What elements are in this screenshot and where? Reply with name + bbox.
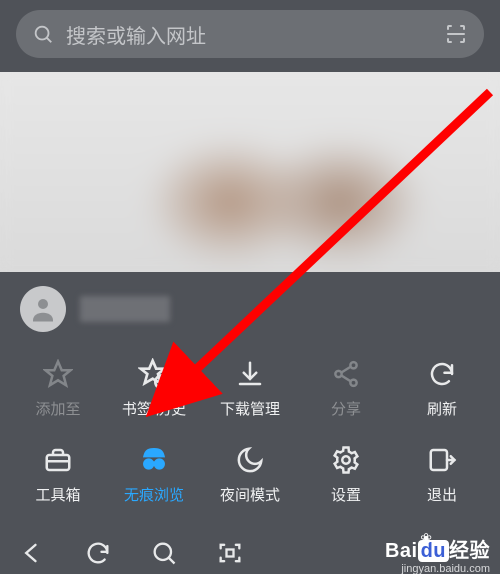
download-icon [232,356,268,392]
menu-exit[interactable]: 退出 [394,430,490,516]
incognito-icon [136,442,172,478]
menu-label: 工具箱 [35,484,80,505]
menu-label: 分享 [331,398,361,419]
menu-label: 下载管理 [220,398,280,419]
watermark-url: jingyan.baidu.com [385,564,490,574]
menu-refresh[interactable]: 刷新 [394,344,490,430]
watermark: ❀ Baidu经验 jingyan.baidu.com [385,541,490,574]
star-icon [40,356,76,392]
menu-label: 书签/历史 [122,398,186,419]
menu-label: 夜间模式 [220,484,280,505]
menu-add-to: 添加至 [10,344,106,430]
menu-label: 无痕浏览 [124,484,184,505]
menu-night-mode[interactable]: 夜间模式 [202,430,298,516]
scan-button[interactable] [216,539,244,567]
watermark-brand-left: Bai [385,540,418,562]
menu-downloads[interactable]: 下载管理 [202,344,298,430]
menu-label: 添加至 [35,398,80,419]
menu-grid: 添加至 书签/历史 下载管理 分享 刷新 工具箱 [0,338,500,516]
username-redacted [80,296,170,322]
menu-label: 退出 [427,484,457,505]
moon-icon [232,442,268,478]
menu-toolbox[interactable]: 工具箱 [10,430,106,516]
paw-icon: ❀ [420,531,432,546]
toolbox-icon [40,442,76,478]
avatar [20,286,66,332]
scan-icon[interactable] [444,22,468,46]
menu-label: 刷新 [427,398,457,419]
gear-icon [328,442,364,478]
refresh-icon [424,356,460,392]
search-icon [32,23,54,45]
back-button[interactable] [18,539,46,567]
menu-bookmarks-history[interactable]: 书签/历史 [106,344,202,430]
search-placeholder: 搜索或输入网址 [66,20,432,49]
profile-row[interactable] [0,272,500,338]
search-bar[interactable]: 搜索或输入网址 [16,10,484,58]
star-clock-icon [136,356,172,392]
content-preview [0,72,500,272]
menu-settings[interactable]: 设置 [298,430,394,516]
menu-incognito[interactable]: 无痕浏览 [106,430,202,516]
share-icon [328,356,364,392]
search-button[interactable] [150,539,178,567]
menu-label: 设置 [331,484,361,505]
exit-icon [424,442,460,478]
reload-button[interactable] [84,539,112,567]
menu-share: 分享 [298,344,394,430]
watermark-brand-right: 经验 [449,540,490,562]
